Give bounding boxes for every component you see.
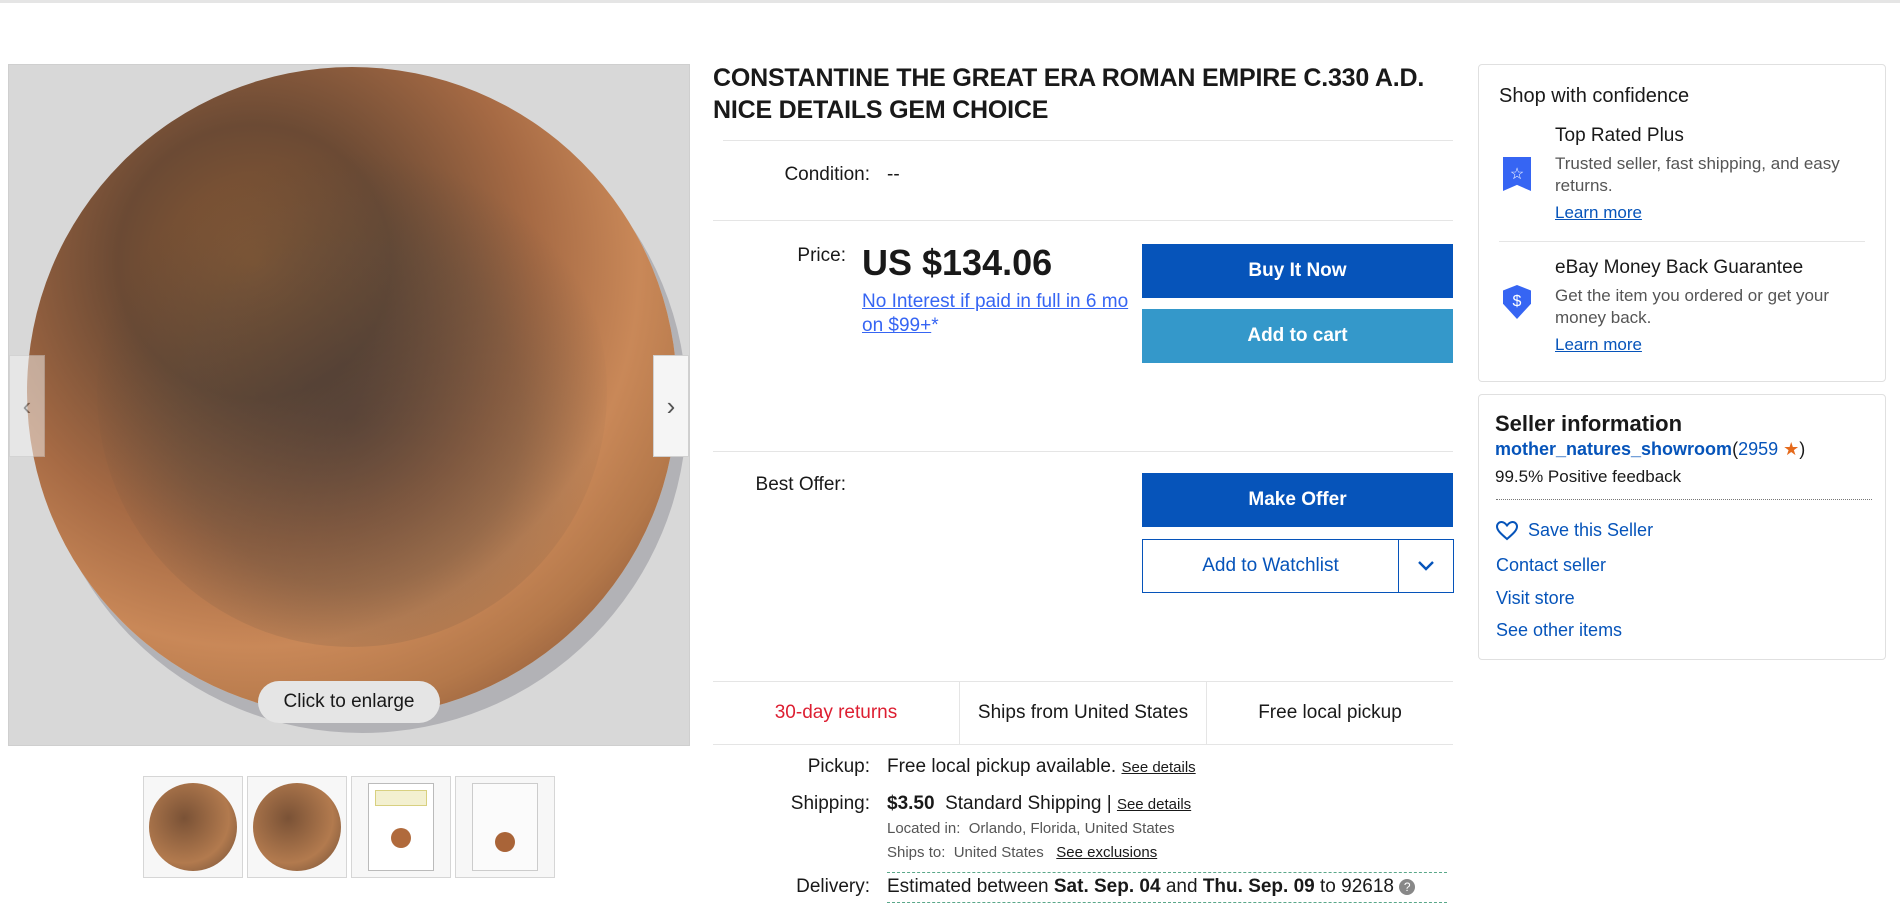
divider (713, 220, 1453, 221)
item-features: 30-day returns Ships from United States … (713, 681, 1453, 745)
see-exclusions-link[interactable]: See exclusions (1056, 844, 1157, 861)
thumbnail-image (472, 783, 538, 871)
divider (1496, 499, 1872, 500)
thumbnail-image (253, 783, 341, 871)
top-rated-learn-more-link[interactable]: Learn more (1555, 203, 1642, 223)
item-title: CONSTANTINE THE GREAT ERA ROMAN EMPIRE C… (713, 64, 1425, 124)
condition-value: -- (887, 164, 900, 185)
delivery-end: Thu. Sep. 09 (1202, 876, 1315, 897)
condition-label: Condition: (784, 164, 870, 185)
pickup-see-details-link[interactable]: See details (1121, 759, 1195, 776)
seller-name-link[interactable]: mother_natures_showroom (1495, 439, 1732, 459)
contact-seller-link[interactable]: Contact seller (1496, 555, 1606, 576)
thumbnail-image (368, 783, 434, 871)
heart-icon (1496, 520, 1518, 540)
delivery-and: and (1165, 876, 1198, 897)
seller-score-close: ) (1799, 439, 1806, 459)
guarantee-desc: Get the item you ordered or get your mon… (1555, 286, 1830, 327)
ships-to-value: United States (953, 844, 1044, 861)
shipping-separator: | (1106, 793, 1112, 814)
add-to-watchlist-button[interactable]: Add to Watchlist (1143, 540, 1399, 592)
divider (723, 140, 1453, 141)
credit-offer-asterisk: * (931, 315, 939, 336)
delivery-start: Sat. Sep. 04 (1053, 876, 1161, 897)
guarantee-learn-more-link[interactable]: Learn more (1555, 335, 1642, 355)
delivery-prefix: Estimated between (887, 876, 1049, 897)
credit-offer: No Interest if paid in full in 6 mo on $… (862, 290, 1132, 338)
shipping-method: Standard Shipping (945, 793, 1102, 814)
top-rated-desc: Trusted seller, fast shipping, and easy … (1555, 154, 1840, 195)
thumbnail[interactable] (143, 776, 243, 878)
seller-score-link[interactable]: 2959 (1738, 439, 1778, 459)
make-offer-button[interactable]: Make Offer (1142, 473, 1453, 527)
seller-heading: Seller information (1495, 411, 1683, 436)
ships-from-feature: Ships from United States (960, 682, 1207, 744)
shop-with-confidence-panel: Shop with confidence ☆ Top Rated Plus Tr… (1478, 64, 1886, 382)
help-icon[interactable]: ? (1399, 878, 1416, 895)
dollar-shield-icon: $ (1503, 285, 1531, 319)
delivery-label: Delivery: (796, 876, 870, 897)
ships-to-label: Ships to: (887, 844, 946, 861)
price-label: Price: (797, 245, 846, 266)
delivery-info: Estimated between Sat. Sep. 04 and Thu. … (887, 876, 1416, 898)
seller-feedback: 99.5% Positive feedback (1495, 467, 1682, 486)
seller-name-row: mother_natures_showroom(2959 ★) (1495, 439, 1805, 460)
located-in-value: Orlando, Florida, United States (968, 820, 1175, 837)
best-offer-label: Best Offer: (755, 474, 846, 495)
delivery-zip: to 92618 (1320, 876, 1394, 897)
divider (887, 872, 1447, 873)
pickup-value: Free local pickup available. (887, 756, 1117, 777)
top-rated-title: Top Rated Plus (1555, 125, 1684, 146)
ships-to: Ships to: United States See exclusions (887, 844, 1157, 861)
pickup-info: Free local pickup available. See details (887, 756, 1196, 778)
divider (887, 902, 1447, 903)
see-other-items-link[interactable]: See other items (1496, 620, 1622, 641)
add-to-cart-button[interactable]: Add to cart (1142, 309, 1453, 363)
confidence-heading: Shop with confidence (1499, 85, 1690, 107)
thumbnail-strip (143, 776, 555, 878)
thumbnail[interactable] (247, 776, 347, 878)
prev-image-arrow[interactable]: ‹ (9, 355, 45, 457)
chevron-down-icon (1418, 561, 1434, 571)
top-divider (0, 0, 1900, 3)
shipping-see-details-link[interactable]: See details (1117, 796, 1191, 813)
shipping-cost: $3.50 (887, 793, 935, 814)
next-image-arrow[interactable]: › (653, 355, 689, 457)
located-in: Located in: Orlando, Florida, United Sta… (887, 820, 1175, 837)
divider (1499, 241, 1865, 242)
coin-photo (27, 67, 677, 717)
shipping-label: Shipping: (790, 793, 870, 814)
click-to-enlarge-button[interactable]: Click to enlarge (258, 681, 440, 723)
pickup-label: Pickup: (807, 756, 870, 777)
returns-feature: 30-day returns (713, 682, 960, 744)
star-icon: ★ (1783, 439, 1800, 459)
save-seller-link[interactable]: Save this Seller (1528, 520, 1653, 541)
save-seller-row[interactable]: Save this Seller (1496, 520, 1653, 541)
price-value: US $134.06 (862, 242, 1053, 283)
credit-offer-link[interactable]: No Interest if paid in full in 6 mo on $… (862, 291, 1128, 336)
guarantee-title: eBay Money Back Guarantee (1555, 257, 1804, 278)
thumbnail-image (149, 783, 237, 871)
shipping-info: $3.50 Standard Shipping | See details (887, 793, 1191, 815)
watchlist-control: Add to Watchlist (1142, 539, 1454, 593)
pickup-feature: Free local pickup (1258, 702, 1402, 723)
thumbnail[interactable] (455, 776, 555, 878)
located-in-label: Located in: (887, 820, 961, 837)
visit-store-link[interactable]: Visit store (1496, 588, 1575, 609)
buy-it-now-button[interactable]: Buy It Now (1142, 244, 1453, 298)
thumbnail[interactable] (351, 776, 451, 878)
watchlist-dropdown-button[interactable] (1399, 540, 1453, 592)
ribbon-star-icon: ☆ (1503, 157, 1531, 191)
main-image[interactable]: ‹ › Click to enlarge (8, 64, 690, 746)
divider (713, 451, 1453, 452)
